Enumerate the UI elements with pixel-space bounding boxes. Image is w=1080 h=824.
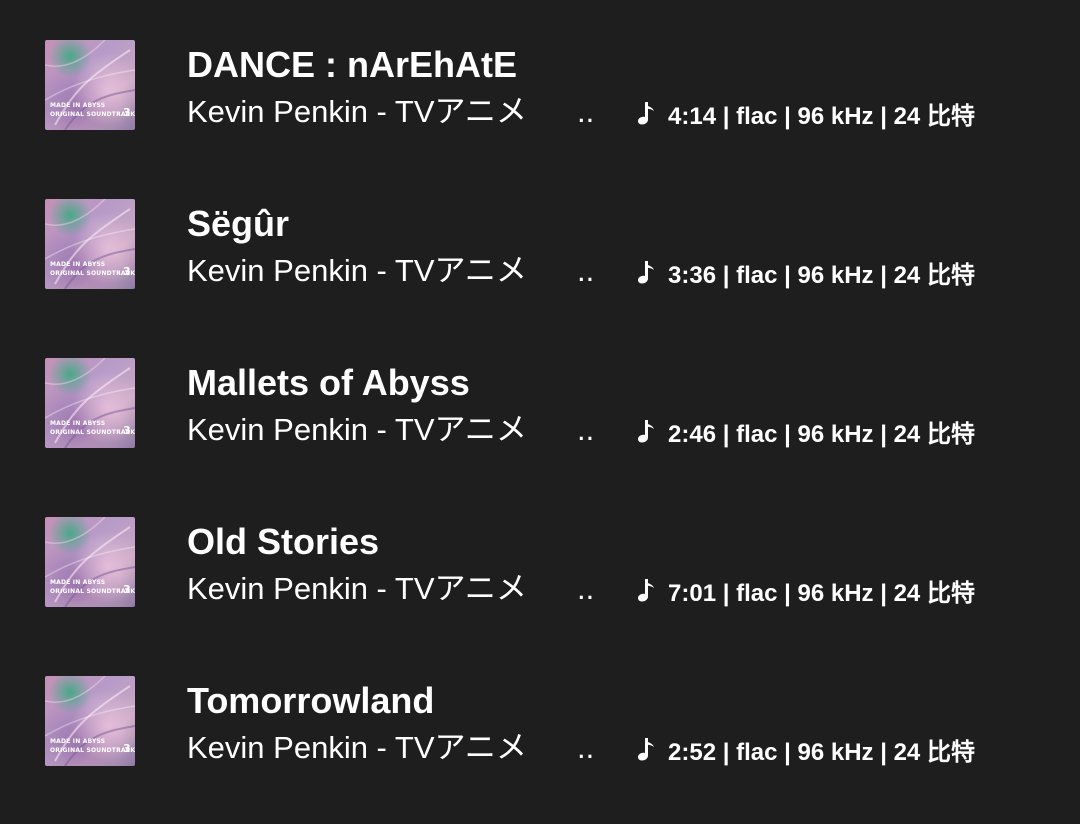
album-cover: MADE IN ABYSS ORIGINAL SOUNDTRACK 3: [45, 40, 135, 130]
track-meta-text: 7:01 | flac | 96 kHz | 24 比特: [668, 579, 975, 607]
artist-ellipsis: ...: [571, 93, 597, 131]
music-note-icon: [638, 579, 654, 602]
track-meta: 7:01 | flac | 96 kHz | 24 比特: [636, 576, 975, 607]
track-meta-text: 3:36 | flac | 96 kHz | 24 比特: [668, 261, 975, 289]
music-note-icon: [638, 420, 654, 443]
track-artist: Kevin Penkin - TVアニメ ...: [187, 411, 597, 449]
music-note-icon: [638, 261, 654, 284]
track-row[interactable]: MADE IN ABYSS ORIGINAL SOUNDTRACK 3 Old …: [0, 477, 1080, 636]
artist-ellipsis: ...: [571, 411, 597, 449]
artist-text: Kevin Penkin - TVアニメ: [187, 253, 527, 288]
track-title: Sëgûr: [187, 203, 290, 244]
track-row[interactable]: MADE IN ABYSS ORIGINAL SOUNDTRACK 3 Mall…: [0, 318, 1080, 477]
cover-volume: 3: [123, 106, 131, 119]
track-title: Tomorrowland: [187, 680, 435, 721]
track-meta: 4:14 | flac | 96 kHz | 24 比特: [636, 99, 975, 130]
track-artist: Kevin Penkin - TVアニメ ...: [187, 93, 597, 131]
track-list: MADE IN ABYSS ORIGINAL SOUNDTRACK 3 DANC…: [0, 0, 1080, 824]
cover-volume: 3: [123, 583, 131, 596]
track-title: Mallets of Abyss: [187, 362, 470, 403]
artist-ellipsis: ...: [571, 570, 597, 608]
cover-volume: 3: [123, 424, 131, 437]
music-note-icon: [638, 102, 654, 125]
track-meta: 2:46 | flac | 96 kHz | 24 比特: [636, 417, 975, 448]
track-row[interactable]: MADE IN ABYSS ORIGINAL SOUNDTRACK 3 Sëgû…: [0, 159, 1080, 318]
track-artist: Kevin Penkin - TVアニメ ...: [187, 252, 597, 290]
album-cover: MADE IN ABYSS ORIGINAL SOUNDTRACK 3: [45, 358, 135, 448]
artist-text: Kevin Penkin - TVアニメ: [187, 571, 527, 606]
track-title: Old Stories: [187, 521, 380, 562]
track-artist: Kevin Penkin - TVアニメ ...: [187, 570, 597, 608]
track-meta: 2:52 | flac | 96 kHz | 24 比特: [636, 735, 975, 766]
album-cover: MADE IN ABYSS ORIGINAL SOUNDTRACK 3: [45, 517, 135, 607]
track-title: DANCE : nArEhAtE: [187, 44, 517, 85]
track-meta-text: 2:46 | flac | 96 kHz | 24 比特: [668, 420, 975, 448]
track-meta: 3:36 | flac | 96 kHz | 24 比特: [636, 258, 975, 289]
album-cover: MADE IN ABYSS ORIGINAL SOUNDTRACK 3: [45, 199, 135, 289]
cover-volume: 3: [123, 742, 131, 755]
cover-volume: 3: [123, 265, 131, 278]
track-artist: Kevin Penkin - TVアニメ ...: [187, 729, 597, 767]
album-cover: MADE IN ABYSS ORIGINAL SOUNDTRACK 3: [45, 676, 135, 766]
music-note-icon: [638, 738, 654, 761]
artist-text: Kevin Penkin - TVアニメ: [187, 94, 527, 129]
artist-text: Kevin Penkin - TVアニメ: [187, 730, 527, 765]
artist-ellipsis: ...: [571, 729, 597, 767]
track-row[interactable]: MADE IN ABYSS ORIGINAL SOUNDTRACK 3 DANC…: [0, 0, 1080, 159]
track-meta-text: 2:52 | flac | 96 kHz | 24 比特: [668, 738, 975, 766]
track-row[interactable]: MADE IN ABYSS ORIGINAL SOUNDTRACK 3 Tomo…: [0, 636, 1080, 795]
track-meta-text: 4:14 | flac | 96 kHz | 24 比特: [668, 102, 975, 130]
artist-ellipsis: ...: [571, 252, 597, 290]
artist-text: Kevin Penkin - TVアニメ: [187, 412, 527, 447]
